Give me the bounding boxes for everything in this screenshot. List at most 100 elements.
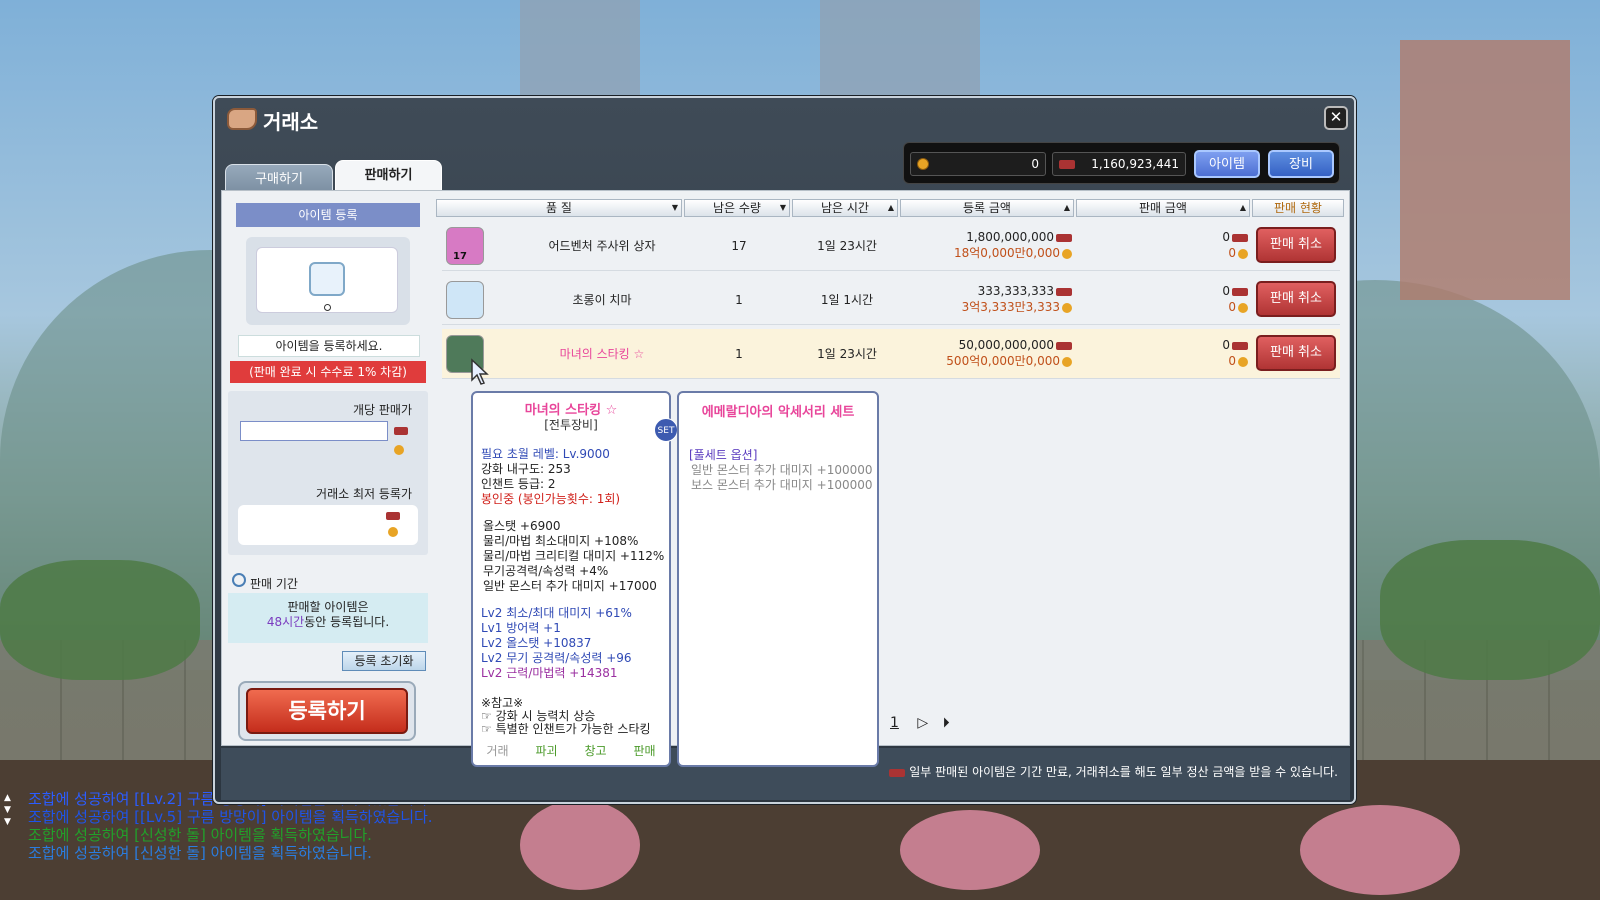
sort-up-icon: ▲ <box>1239 203 1246 212</box>
sold-meso: 0 <box>1228 246 1236 260</box>
chat-line: 조합에 성공하여 [신성한 돌] 아이템을 획득하였습니다. <box>28 826 372 844</box>
col-label: 남은 수량 <box>713 201 761 215</box>
register-panel: 아이템 등록 아이템을 등록하세요. (판매 완료 시 수수료 1% 차감) 개… <box>226 195 431 741</box>
next-page-icon[interactable]: ▷ <box>917 715 928 731</box>
meso-coin-icon <box>1238 248 1248 259</box>
close-button[interactable]: ✕ <box>1324 106 1348 130</box>
stat-line: 일반 몬스터 추가 대미지 +17000 <box>483 579 657 593</box>
set-title: 에메랄디아의 악세서리 세트 <box>701 405 855 420</box>
pagination: 1 ▷ ⏵ <box>890 715 960 731</box>
elv-icon <box>394 427 408 435</box>
window-title: 거래소 <box>263 112 319 134</box>
sold-price: 0 0 <box>1078 283 1248 315</box>
period-suffix: 동안 등록됩니다. <box>304 615 390 629</box>
remaining-time: 1일 1시간 <box>820 293 874 307</box>
col-sold-price[interactable]: 판매 금액 ▲ <box>1076 199 1250 217</box>
item-name: 마녀의 스타킹 ☆ <box>559 347 645 361</box>
tooltip-item-name: 마녀의 스타킹 ☆ <box>524 403 618 418</box>
sold-meso: 0 <box>1228 300 1236 314</box>
meso-coin-icon <box>1062 302 1072 313</box>
dice-box-icon: 17 <box>446 227 484 265</box>
tooltip-actions: 거래 파괴 창고 판매 <box>473 744 669 759</box>
sold-meso: 0 <box>1228 354 1236 368</box>
action-destroy: 파괴 <box>535 744 558 758</box>
cancel-sale-button[interactable]: 판매 취소 <box>1256 281 1336 317</box>
tooltip-basic-info: 필요 초월 레벨: Lv.9000 강화 내구도: 253 인챈트 등급: 2 … <box>473 447 669 507</box>
potential-line: Lv1 방어력 +1 <box>481 621 561 635</box>
page-number[interactable]: 1 <box>890 715 899 731</box>
sold-elv: 0 <box>1222 230 1230 244</box>
reset-button[interactable]: 등록 초기화 <box>342 651 426 671</box>
stat-line: 무기공격력/속성력 +4% <box>483 564 609 578</box>
register-button[interactable]: 등록하기 <box>238 681 416 741</box>
durability: 강화 내구도: 253 <box>481 462 571 476</box>
last-page-icon[interactable]: ⏵ <box>943 715 950 731</box>
flower <box>520 800 640 890</box>
col-remaining-qty[interactable]: 남은 수량 ▼ <box>684 199 790 217</box>
action-sell: 판매 <box>633 744 656 758</box>
table-row[interactable]: 마녀의 스타킹 ☆ 1 1일 23시간 50,000,000,000 500억0… <box>442 329 1340 379</box>
col-registered-price[interactable]: 등록 금액 ▲ <box>900 199 1074 217</box>
qty-badge: 17 <box>453 251 467 262</box>
sort-up-icon: ▲ <box>887 203 894 212</box>
meso-coin-icon <box>388 527 398 537</box>
chat-scroll[interactable]: ▲ ▼ ▼ <box>4 792 18 828</box>
sold-elv: 0 <box>1222 284 1230 298</box>
elv-icon <box>386 512 400 520</box>
building <box>1400 40 1570 300</box>
remaining-time: 1일 23시간 <box>817 239 877 253</box>
cancel-sale-button[interactable]: 판매 취소 <box>1256 335 1336 371</box>
period-info: 판매할 아이템은 48시간동안 등록됩니다. <box>228 593 428 643</box>
set-options: 일반 몬스터 추가 대미지 +100000 보스 몬스터 추가 대미지 +100… <box>679 463 877 493</box>
price-meso: 3억3,333만3,333 <box>961 300 1060 314</box>
sold-elv: 0 <box>1222 338 1230 352</box>
registered-price: 1,800,000,000 18억0,000만0,000 <box>902 229 1072 261</box>
filter-equip-button[interactable]: 장비 <box>1268 150 1334 178</box>
col-remaining-time[interactable]: 남은 시간 ▲ <box>792 199 898 217</box>
col-label: 판매 금액 <box>1139 201 1187 215</box>
table-row[interactable]: 17 어드벤처 주사위 상자 17 1일 23시간 1,800,000,000 … <box>442 221 1340 271</box>
unit-price-label: 개당 판매가 <box>352 403 412 417</box>
registered-price: 50,000,000,000 500억0,000만0,000 <box>902 337 1072 369</box>
hedge <box>1380 540 1600 680</box>
cancel-sale-button[interactable]: 판매 취소 <box>1256 227 1336 263</box>
table-header: 품 질 ▼ 남은 수량 ▼ 남은 시간 ▲ 등록 금액 ▲ 판매 금액 ▲ 판매 현황 <box>436 199 1346 217</box>
unit-price-input[interactable] <box>240 421 388 441</box>
fee-note: (판매 완료 시 수수료 1% 차감) <box>230 361 426 383</box>
remaining-time: 1일 23시간 <box>817 347 877 361</box>
price-elv: 333,333,333 <box>977 284 1054 298</box>
item-slot[interactable] <box>256 247 398 313</box>
filter-item-button[interactable]: 아이템 <box>1194 150 1260 178</box>
potential-line: Lv2 최소/최대 대미지 +61% <box>481 606 632 620</box>
register-button-label: 등록하기 <box>246 688 408 734</box>
item-tooltip: 마녀의 스타킹 ☆ [전투장비] 필요 초월 레벨: Lv.9000 강화 내구… <box>471 391 671 767</box>
registered-price: 333,333,333 3억3,333만3,333 <box>902 283 1072 315</box>
meso-coin-icon <box>1062 248 1072 259</box>
min-price-display <box>238 505 418 545</box>
register-header: 아이템 등록 <box>236 203 420 227</box>
tab-buy[interactable]: 구매하기 <box>225 164 333 192</box>
action-trade: 거래 <box>486 744 509 758</box>
set-full-option-label: [풀세트 옵션] <box>689 448 758 462</box>
set-option-line: 일반 몬스터 추가 대미지 +100000 <box>691 463 873 477</box>
tab-sell[interactable]: 판매하기 <box>335 160 442 190</box>
col-quality[interactable]: 품 질 ▼ <box>436 199 682 217</box>
price-meso: 500억0,000만0,000 <box>946 354 1060 368</box>
hedge <box>0 560 200 680</box>
elv-balance: 1,160,923,441 <box>1052 152 1186 176</box>
tooltip-potentials: Lv2 최소/최대 대미지 +61% Lv1 방어력 +1 Lv2 올스탯 +1… <box>473 606 669 681</box>
set-tooltip: 에메랄디아의 악세서리 세트 [풀세트 옵션] 일반 몬스터 추가 대미지 +1… <box>677 391 879 767</box>
note-line: ☞ 특별한 인챈트가 가능한 스타킹 <box>481 722 651 736</box>
elv-icon <box>1232 287 1248 296</box>
sort-up-icon: ▲ <box>1063 203 1070 212</box>
mouse-cursor-icon <box>471 358 489 385</box>
table-row[interactable]: 초롱이 치마 1 1일 1시간 333,333,333 3억3,333만3,33… <box>442 275 1340 325</box>
currency-bar: 0 1,160,923,441 아이템 장비 <box>903 142 1340 184</box>
enchant-grade: 인챈트 등급: 2 <box>481 477 556 491</box>
meso-amount: 0 <box>1031 157 1039 171</box>
slot-indicator-icon <box>324 304 331 311</box>
set-badge-icon: SET <box>654 418 678 442</box>
close-icon: ✕ <box>1329 108 1343 126</box>
elv-amount: 1,160,923,441 <box>1091 157 1179 171</box>
sort-down-icon: ▼ <box>779 203 786 212</box>
